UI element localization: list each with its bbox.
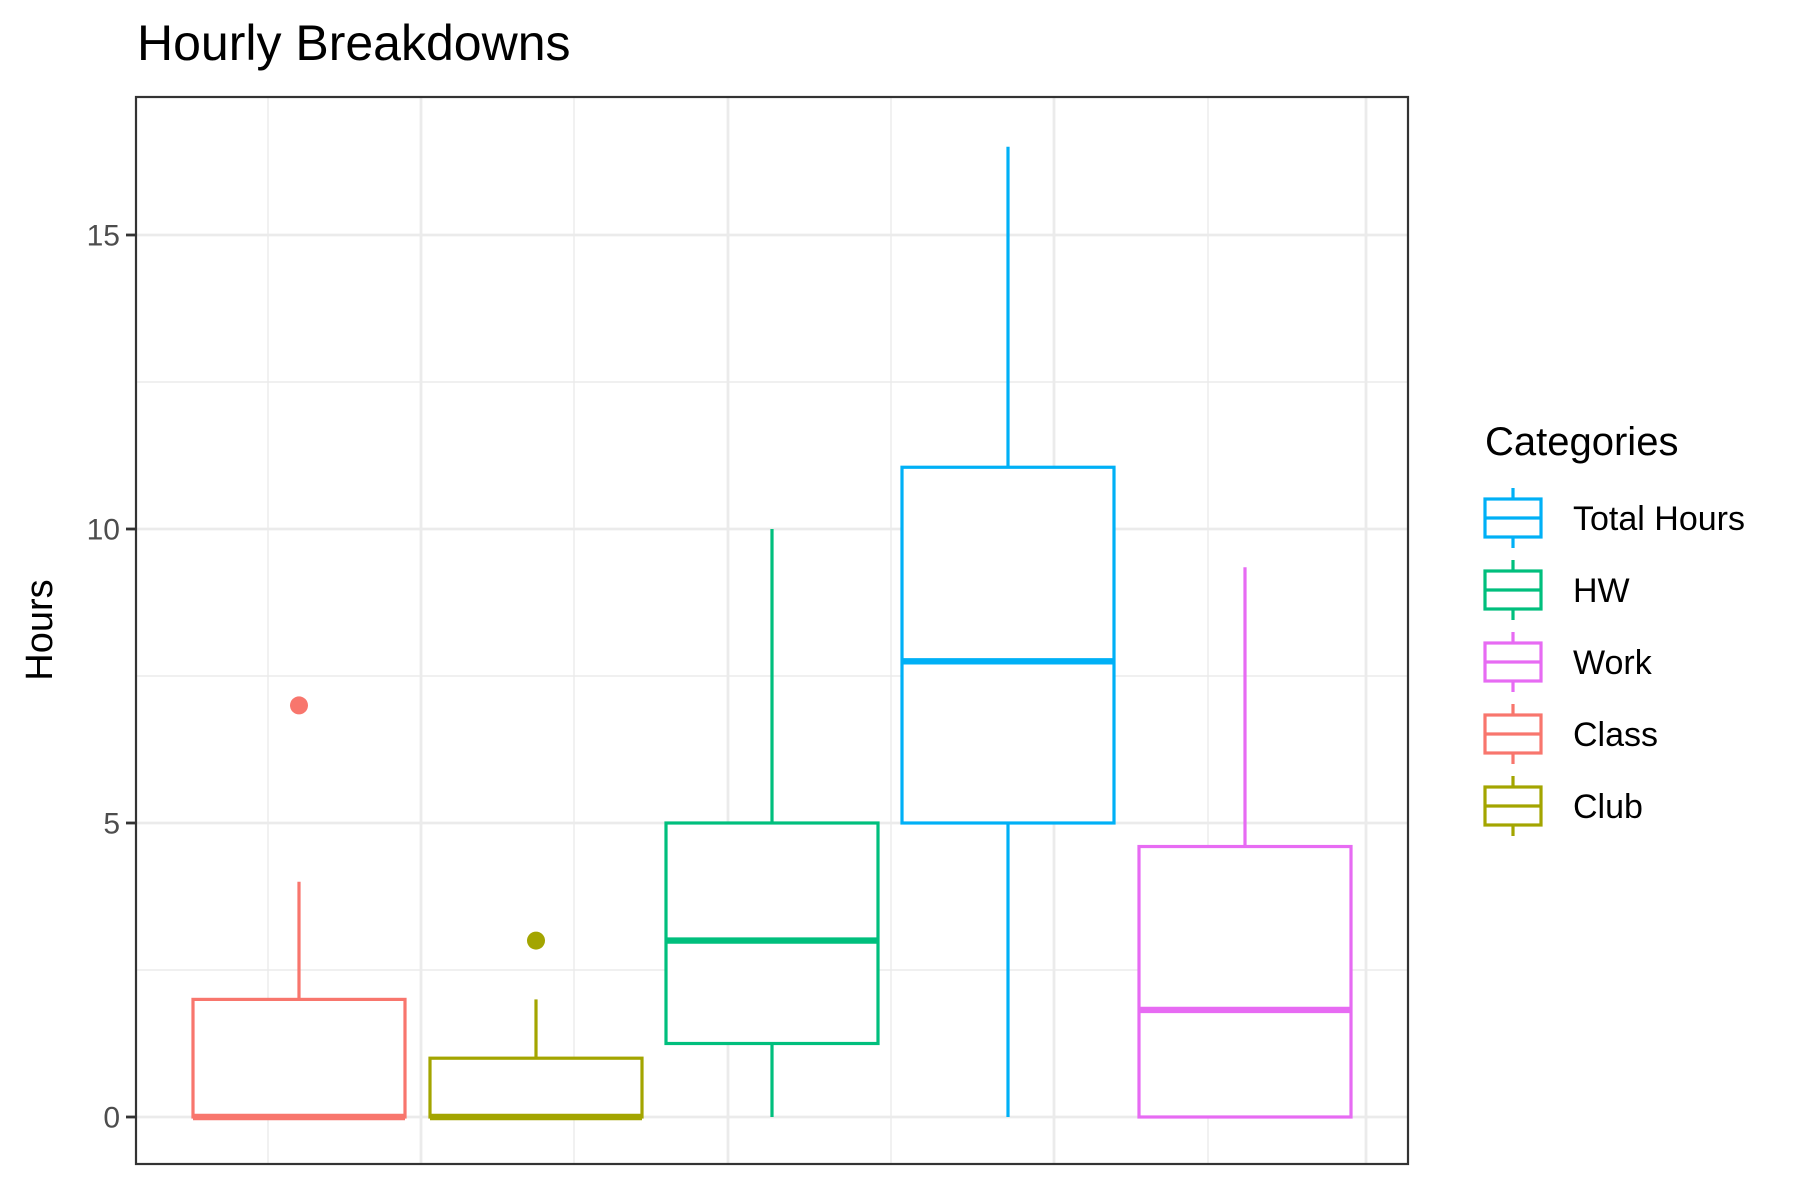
legend: Categories Total Hours HW Work Class Club [1483, 420, 1745, 836]
boxplot-chart: Hourly Breakdowns 0 5 10 15 Hours Categorie… [19, 15, 1745, 1166]
outlier-point [290, 696, 308, 715]
y-tick-label: 5 [103, 808, 120, 841]
legend-item: Club [1483, 776, 1643, 836]
legend-label: Club [1573, 788, 1643, 826]
plot-panel [134, 95, 1410, 1166]
outlier-point [527, 931, 545, 950]
legend-label: Total Hours [1573, 500, 1745, 538]
legend-label: Class [1573, 716, 1658, 754]
y-tick-label: 15 [87, 220, 120, 253]
box-iqr [191, 997, 407, 1119]
box-iqr [1137, 844, 1353, 1119]
y-axis: 0 5 10 15 [87, 220, 136, 1135]
legend-title: Categories [1485, 420, 1678, 464]
box-iqr [664, 821, 880, 1046]
legend-item: Class [1483, 704, 1658, 764]
legend-label: Work [1573, 644, 1653, 682]
legend-item: Total Hours [1483, 488, 1745, 548]
y-axis-label: Hours [19, 579, 61, 680]
y-tick-label: 10 [87, 514, 120, 547]
box-iqr [900, 465, 1116, 825]
y-tick-label: 0 [103, 1102, 120, 1135]
chart-title: Hourly Breakdowns [137, 15, 571, 71]
legend-item: Work [1483, 632, 1653, 692]
box-iqr [428, 1056, 644, 1119]
legend-label: HW [1573, 572, 1630, 610]
legend-item: HW [1483, 560, 1630, 620]
